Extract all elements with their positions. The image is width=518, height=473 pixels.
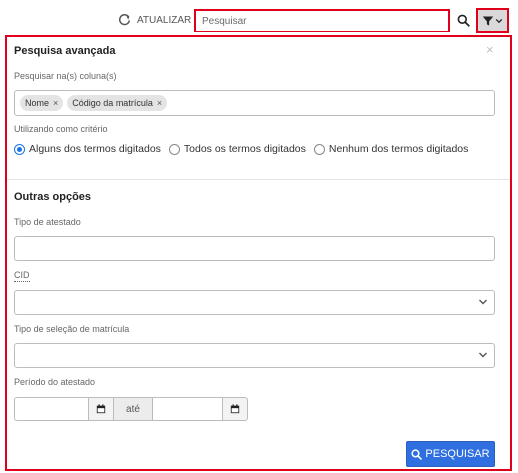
criteria-radio-group: Alguns dos termos digitados Todos os ter… [14,143,476,155]
advanced-search-title: Pesquisa avançada [14,45,116,57]
radio-nenhum-termos[interactable]: Nenhum dos termos digitados [313,143,469,155]
cid-select[interactable] [14,290,495,315]
search-button[interactable] [451,9,475,32]
close-icon[interactable]: × [486,43,494,56]
periodo-range: até [14,397,248,421]
chevron-down-icon [495,18,503,23]
tag-label: Código da matrícula [72,98,153,108]
filter-icon [482,16,494,25]
refresh-icon [118,13,131,25]
radio-todos-termos[interactable]: Todos os termos digitados [168,143,306,155]
criteria-label: Utilizando como critério [14,124,108,134]
tipo-atestado-input[interactable] [14,236,495,261]
date-from-input[interactable] [14,397,88,421]
refresh-label: ATUALIZAR [137,14,192,26]
tag-label: Nome [25,98,50,108]
periodo-label: Período do atestado [14,377,96,387]
advanced-search-panel: × Pesquisa avançada Pesquisar na(s) colu… [5,35,512,471]
radio-unselected-icon [168,143,180,155]
columns-tag-input[interactable]: Nome × Código da matrícula × [14,90,495,116]
date-from-calendar-button[interactable] [88,397,114,421]
search-field [194,9,450,32]
section-divider [7,179,510,180]
radio-label: Nenhum dos termos digitados [328,143,469,155]
refresh-button[interactable]: ATUALIZAR [118,11,191,29]
columns-label: Pesquisar na(s) coluna(s) [14,71,117,81]
toolbar: ATUALIZAR [0,0,518,36]
calendar-icon [230,404,240,414]
remove-tag-icon[interactable]: × [53,98,58,108]
column-tag-nome: Nome × [20,95,64,111]
pesquisar-label: PESQUISAR [425,448,490,460]
other-options-title: Outras opções [14,191,92,203]
advanced-filter-toggle[interactable] [476,8,509,33]
calendar-icon [96,404,106,414]
remove-tag-icon[interactable]: × [157,98,162,108]
tipo-selecao-label: Tipo de seleção de matrícula [14,324,130,334]
chevron-down-icon [479,299,487,305]
radio-selected-icon [14,143,25,155]
tipo-atestado-label: Tipo de atestado [14,217,81,227]
search-input[interactable] [196,12,448,31]
search-icon [411,448,423,460]
radio-label: Todos os termos digitados [183,143,306,155]
pesquisar-button[interactable]: PESQUISAR [406,441,495,467]
date-to-input[interactable] [152,397,222,421]
radio-label: Alguns dos termos digitados [29,143,161,155]
tipo-selecao-select[interactable] [14,343,495,368]
radio-unselected-icon [313,143,325,155]
radio-alguns-termos[interactable]: Alguns dos termos digitados [14,143,161,155]
column-tag-codigo-matricula: Código da matrícula × [67,95,168,111]
range-separator: até [114,397,152,421]
cid-label: CID [14,270,30,282]
search-icon [457,14,470,27]
date-to-calendar-button[interactable] [222,397,248,421]
chevron-down-icon [479,352,487,358]
